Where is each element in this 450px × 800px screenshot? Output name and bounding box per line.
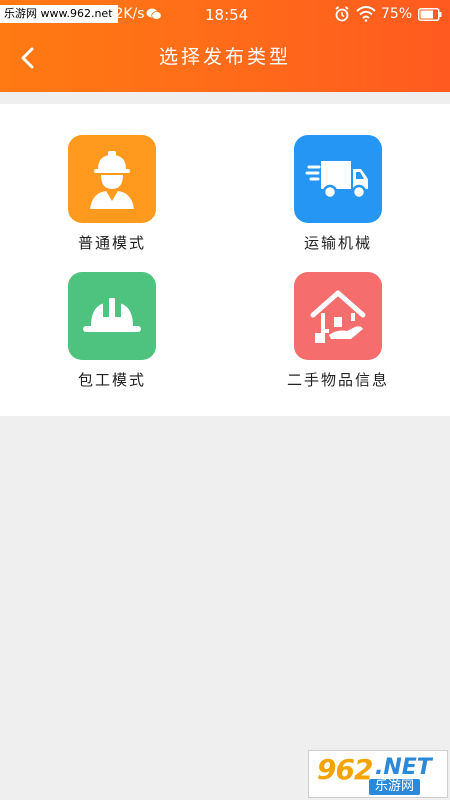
category-panel: 普通模式 运输机械 包工模式 二手物品信息: [0, 104, 450, 416]
watermark-site: 乐游网: [369, 779, 421, 795]
watermark-number: 962: [317, 753, 373, 786]
house-hand-icon: [310, 290, 366, 343]
category-label: 包工模式: [77, 371, 146, 389]
network-speed: .2K/s: [110, 6, 145, 22]
battery-percent: 75%: [381, 6, 413, 22]
watermark-domain: .NET: [375, 755, 432, 780]
category-tile: [68, 272, 156, 360]
alarm-icon: [335, 6, 349, 22]
category-secondhand-goods[interactable]: 二手物品信息: [268, 272, 408, 390]
category-normal-mode[interactable]: 普通模式: [42, 135, 182, 253]
category-tile: [294, 272, 382, 360]
worker-icon: [90, 151, 134, 209]
status-bar: 乐游网 www.962.net .2K/s 18:54 75%: [0, 0, 450, 30]
header: 乐游网 www.962.net .2K/s 18:54 75% 选择发布类型: [0, 0, 450, 92]
category-label: 普通模式: [77, 234, 146, 252]
category-label: 运输机械: [303, 234, 372, 252]
watermark-label: 乐游网 www.962.net: [0, 5, 118, 23]
page-title: 选择发布类型: [158, 46, 291, 68]
wifi-icon: [356, 6, 376, 22]
wechat-icon: [146, 8, 162, 20]
truck-icon: [305, 161, 368, 200]
hardhat-icon: [83, 298, 141, 332]
category-tile: [294, 135, 382, 223]
category-contract-mode[interactable]: 包工模式: [42, 272, 182, 390]
category-transport-machinery[interactable]: 运输机械: [268, 135, 408, 253]
category-tile: [68, 135, 156, 223]
category-label: 二手物品信息: [286, 371, 389, 389]
site-watermark: 962 .NET 乐游网: [308, 750, 448, 798]
battery-icon: [418, 8, 442, 21]
clock: 18:54: [205, 6, 249, 24]
